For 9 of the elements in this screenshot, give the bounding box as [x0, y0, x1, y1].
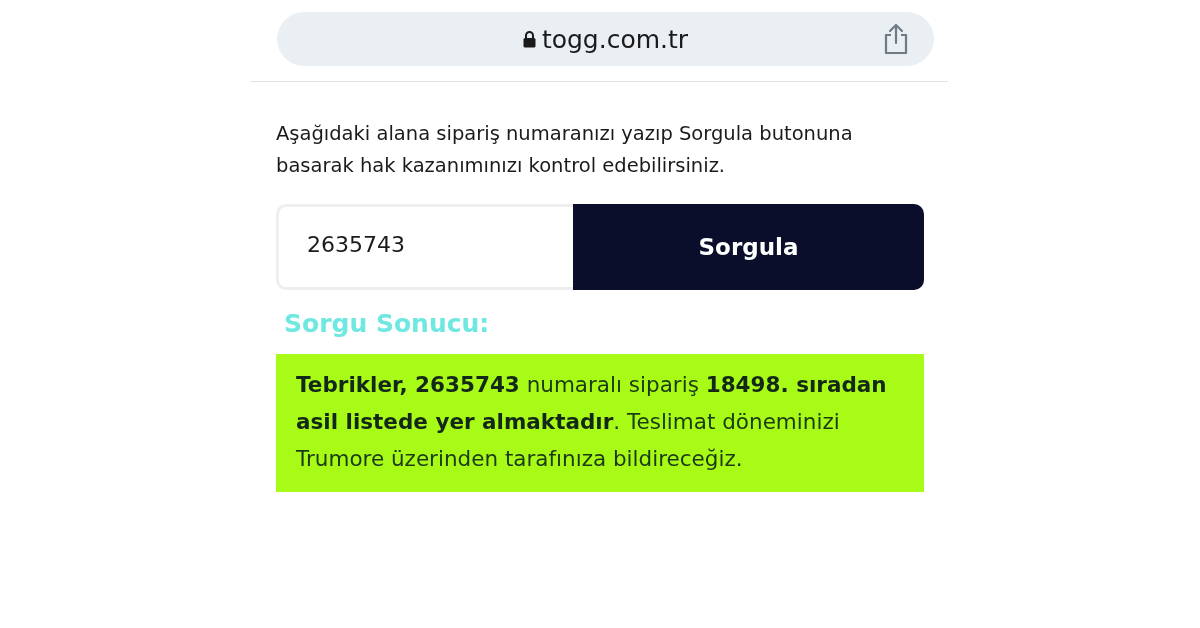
order-number-field[interactable]: 2635743	[276, 204, 573, 290]
address-bar[interactable]: togg.com.tr	[277, 12, 934, 66]
query-button[interactable]: Sorgula	[573, 204, 924, 290]
result-heading: Sorgu Sonucu:	[284, 308, 491, 340]
result-message: Tebrikler, 2635743 numaralı sipariş 18498. sıradan asil listede yer almaktadır. Teslimat döneminizi Trumore üzerinden tarafınıza bildireceğiz.	[276, 354, 924, 492]
share-icon[interactable]	[882, 23, 910, 55]
url-text: togg.com.tr	[541, 24, 689, 54]
intro-paragraph: Aşağıdaki alana sipariş numaranızı yazıp Sorgula butonuna basarak hak kazanımınızı kontrol edebilirsiniz.	[276, 121, 854, 179]
lock-icon	[522, 30, 536, 48]
